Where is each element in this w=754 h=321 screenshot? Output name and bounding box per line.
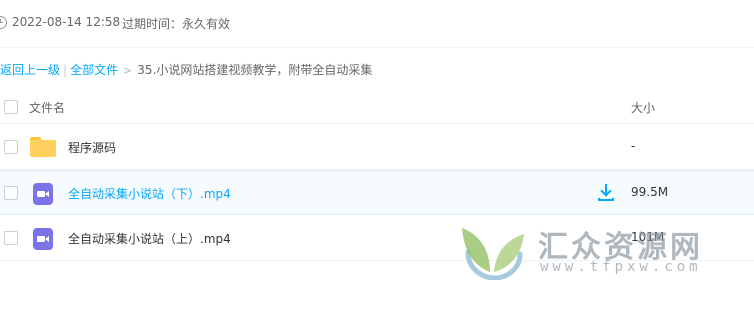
- watermark: 汇众资源网 www.tfpxw.com: [460, 222, 750, 282]
- share-info-bar: 2022-08-14 12:58 过期时间：永久有效: [0, 0, 754, 48]
- clock-icon: [0, 16, 7, 29]
- folder-icon: [30, 137, 56, 157]
- back-link[interactable]: 返回上一级: [0, 63, 60, 77]
- breadcrumb-separator: |: [63, 63, 68, 77]
- breadcrumb-arrow-icon: >: [123, 64, 133, 77]
- select-all-checkbox[interactable]: [4, 100, 18, 114]
- file-row[interactable]: 程序源码 -: [0, 125, 754, 170]
- download-icon[interactable]: [598, 184, 614, 202]
- row-checkbox[interactable]: [4, 231, 18, 245]
- file-size: -: [631, 139, 636, 153]
- row-checkbox[interactable]: [4, 186, 18, 200]
- all-files-link[interactable]: 全部文件: [70, 63, 118, 77]
- file-name[interactable]: 程序源码: [68, 139, 116, 156]
- file-name[interactable]: 全自动采集小说站（下）.mp4: [68, 185, 231, 202]
- watermark-url: www.tfpxw.com: [540, 259, 702, 275]
- video-file-icon: [33, 228, 53, 250]
- column-size-header[interactable]: 大小: [631, 99, 655, 116]
- share-date: 2022-08-14 12:58: [12, 15, 121, 29]
- column-name-header[interactable]: 文件名: [29, 99, 65, 116]
- expiry-text: 过期时间：永久有效: [122, 17, 231, 31]
- current-folder: 35.小说网站搭建视频教学，附带全自动采集: [137, 63, 373, 77]
- file-size: 99.5M: [631, 185, 669, 199]
- watermark-logo-icon: [462, 228, 524, 280]
- file-list-header: 文件名 大小: [0, 90, 754, 124]
- file-row[interactable]: 全自动采集小说站（下）.mp4 99.5M: [0, 170, 754, 215]
- file-name[interactable]: 全自动采集小说站（上）.mp4: [68, 230, 231, 247]
- breadcrumb: 返回上一级 | 全部文件 >35.小说网站搭建视频教学，附带全自动采集: [0, 61, 372, 77]
- row-checkbox[interactable]: [4, 140, 18, 154]
- video-file-icon: [33, 183, 53, 205]
